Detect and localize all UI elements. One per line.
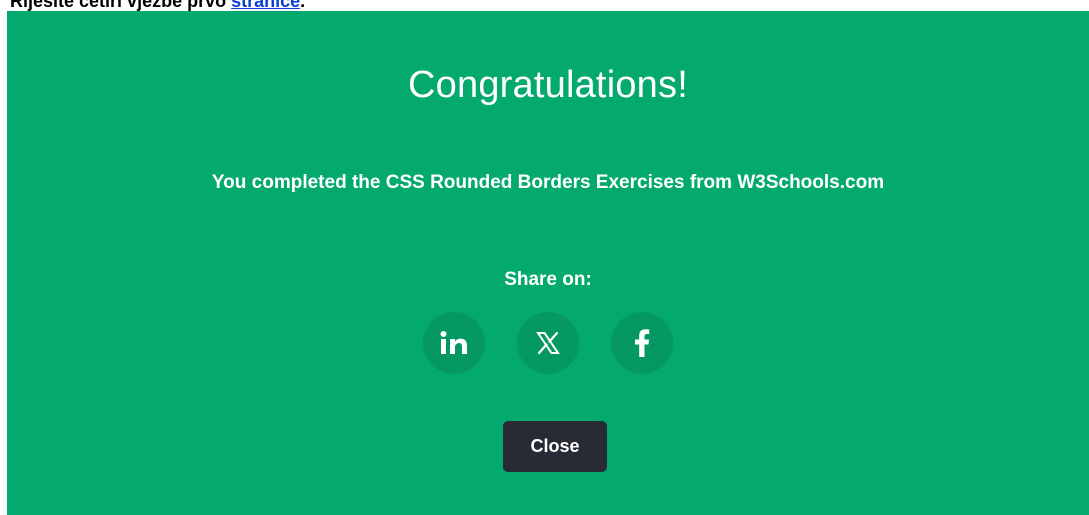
modal-subtitle: You completed the CSS Rounded Borders Ex…	[211, 172, 885, 193]
share-label: Share on:	[504, 269, 592, 290]
instruction-suffix: .	[300, 0, 306, 11]
linkedin-icon	[439, 330, 469, 356]
x-share-button[interactable]	[517, 312, 579, 374]
linkedin-share-button[interactable]	[423, 312, 485, 374]
close-button[interactable]: Close	[503, 421, 607, 472]
facebook-icon	[634, 329, 650, 357]
x-icon	[536, 331, 560, 355]
modal-title: Congratulations!	[408, 64, 688, 106]
facebook-share-button[interactable]	[611, 312, 673, 374]
congratulations-modal: Congratulations! You completed the CSS R…	[7, 11, 1089, 515]
instruction-text: Riješite četiri vježbe prvo stranice.	[10, 0, 305, 11]
instruction-prefix: Riješite četiri vježbe prvo	[10, 0, 232, 11]
social-share-buttons	[7, 312, 1089, 374]
instruction-link[interactable]: stranice	[231, 0, 300, 11]
